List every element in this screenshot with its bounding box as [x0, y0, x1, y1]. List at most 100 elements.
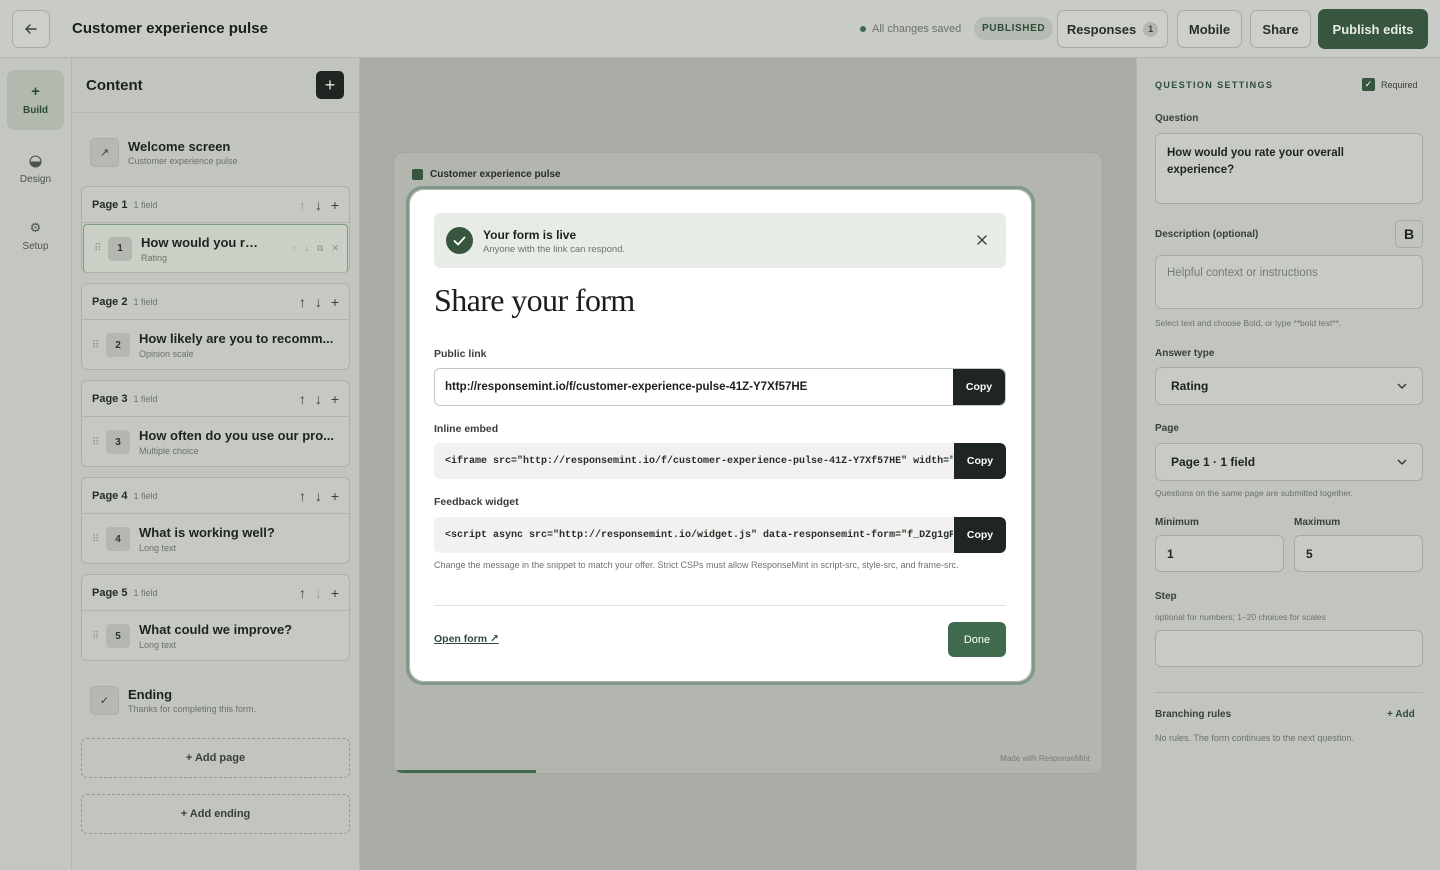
move-up-icon[interactable]: ↑ — [299, 294, 306, 310]
description-textarea[interactable]: Helpful context or instructions — [1155, 255, 1423, 309]
page-header: Page 1 1 field ↑ ↓ + — [82, 187, 349, 223]
move-up-icon[interactable]: ↑ — [292, 243, 297, 254]
published-badge: PUBLISHED — [974, 17, 1054, 40]
copy-public-link-button[interactable]: Copy — [953, 369, 1005, 405]
inline-embed-label: Inline embed — [434, 423, 499, 435]
field-row-1[interactable]: ⠿ 1 How would you ra... Rating ↑ ↓ ⧉ ✕ — [83, 224, 348, 272]
move-down-icon[interactable]: ↓ — [315, 294, 322, 310]
field-row-5[interactable]: ⠿ 5 What could we improve? Long text — [82, 611, 349, 660]
move-up-icon[interactable]: ↑ — [299, 585, 306, 601]
step-hint: optional for numbers; 1–20 choices for s… — [1155, 612, 1327, 622]
field-title: How would you ra... — [141, 234, 263, 250]
open-form-link[interactable]: Open form ↗ — [434, 633, 499, 645]
close-icon[interactable] — [973, 231, 991, 249]
move-up-icon[interactable]: ↑ — [299, 197, 306, 213]
required-toggle[interactable]: ✓ Required — [1362, 78, 1418, 91]
checkbox-checked-icon[interactable]: ✓ — [1362, 78, 1375, 91]
page-header: Page 5 1 field ↑ ↓ + — [82, 575, 349, 611]
move-down-icon[interactable]: ↓ — [315, 197, 322, 213]
rail-item-setup[interactable]: ⚙ Setup — [7, 206, 64, 266]
share-modal: Your form is live Anyone with the link c… — [410, 190, 1031, 681]
mobile-preview-button[interactable]: Mobile — [1177, 10, 1242, 48]
field-row-2[interactable]: ⠿ 2 How likely are you to recomm... Opin… — [82, 320, 349, 369]
minimum-input[interactable]: 1 — [1155, 535, 1284, 572]
answer-type-value: Rating — [1171, 379, 1209, 393]
content-panel: Content + ↗ Welcome screen Customer expe… — [72, 58, 360, 870]
rail-item-label: Design — [19, 174, 52, 185]
save-status: All changes saved — [860, 23, 961, 35]
add-field-icon[interactable]: + — [331, 488, 339, 504]
back-button[interactable] — [12, 10, 50, 48]
page-actions: ↑ ↓ + — [299, 585, 339, 601]
answer-type-select[interactable]: Rating — [1155, 367, 1423, 405]
public-link-field[interactable]: http://responsemint.io/f/customer-experi… — [434, 368, 1006, 406]
field-number: 5 — [106, 624, 130, 648]
add-ending-button[interactable]: + Add ending — [81, 794, 350, 834]
step-input[interactable] — [1155, 630, 1423, 667]
add-field-icon[interactable]: + — [331, 585, 339, 601]
settings-divider — [1155, 692, 1423, 693]
page-name: Page 5 — [92, 586, 128, 599]
field-row-4[interactable]: ⠿ 4 What is working well? Long text — [82, 514, 349, 563]
question-textarea[interactable]: How would you rate your overall experien… — [1155, 133, 1423, 204]
description-hint: Select text and choose Bold, or type **b… — [1155, 318, 1342, 328]
page-actions: ↑ ↓ + — [299, 391, 339, 407]
drag-handle-icon[interactable]: ⠿ — [92, 437, 106, 448]
bold-button[interactable]: B — [1395, 220, 1423, 248]
delete-icon[interactable]: ✕ — [331, 243, 339, 254]
field-row-3[interactable]: ⠿ 3 How often do you use our pro... Mult… — [82, 417, 349, 466]
embed-note: Change the message in the snippet to mat… — [434, 560, 959, 570]
feedback-widget-field[interactable]: <script async src="http://responsemint.i… — [434, 517, 1006, 553]
modal-divider — [434, 605, 1006, 606]
preview-progress-bar — [394, 770, 536, 773]
move-down-icon[interactable]: ↓ — [315, 585, 322, 601]
public-link-value: http://responsemint.io/f/customer-experi… — [445, 381, 808, 393]
left-rail: + Build Design ⚙ Setup — [0, 58, 72, 870]
publish-edits-button[interactable]: Publish edits — [1318, 9, 1428, 49]
maximum-input[interactable]: 5 — [1294, 535, 1423, 572]
field-number: 1 — [108, 236, 132, 261]
ending-screen-subtitle: Thanks for completing this form. — [128, 703, 257, 714]
add-field-icon[interactable]: + — [331, 294, 339, 310]
page-block-1: Page 1 1 field ↑ ↓ + ⠿ 1 How would you r… — [81, 186, 350, 273]
page-select[interactable]: Page 1 · 1 field — [1155, 443, 1423, 481]
form-live-banner: Your form is live Anyone with the link c… — [434, 213, 1006, 268]
inline-embed-field[interactable]: <iframe src="http://responsemint.io/f/cu… — [434, 443, 1006, 479]
drag-handle-icon[interactable]: ⠿ — [92, 534, 106, 545]
page-header: Page 2 1 field ↑ ↓ + — [82, 284, 349, 320]
move-up-icon[interactable]: ↑ — [299, 488, 306, 504]
move-down-icon[interactable]: ↓ — [305, 243, 310, 254]
page-field-count: 1 field — [133, 587, 158, 598]
copy-feedback-widget-button[interactable]: Copy — [954, 517, 1006, 553]
drag-handle-icon[interactable]: ⠿ — [94, 243, 108, 254]
welcome-screen-item[interactable]: ↗ Welcome screen Customer experience pul… — [90, 134, 350, 170]
add-field-icon[interactable]: + — [331, 391, 339, 407]
rail-item-build[interactable]: + Build — [7, 70, 64, 130]
maximum-label: Maximum — [1294, 517, 1341, 528]
duplicate-icon[interactable]: ⧉ — [317, 243, 323, 254]
page-actions: ↑ ↓ + — [299, 488, 339, 504]
responses-button[interactable]: Responses 1 — [1057, 10, 1168, 48]
responses-count-badge: 1 — [1143, 21, 1159, 37]
copy-inline-embed-button[interactable]: Copy — [954, 443, 1006, 479]
add-field-icon[interactable]: + — [331, 197, 339, 213]
move-down-icon[interactable]: ↓ — [315, 391, 322, 407]
add-content-button[interactable]: + — [316, 71, 344, 99]
add-rule-button[interactable]: + Add — [1387, 709, 1415, 720]
content-header: Content + — [72, 58, 359, 113]
done-button[interactable]: Done — [948, 622, 1006, 657]
content-title: Content — [86, 77, 143, 94]
share-button[interactable]: Share — [1250, 10, 1311, 48]
drag-handle-icon[interactable]: ⠿ — [92, 340, 106, 351]
description-label: Description (optional) — [1155, 229, 1259, 240]
drag-handle-icon[interactable]: ⠿ — [92, 631, 106, 642]
move-up-icon[interactable]: ↑ — [299, 391, 306, 407]
page-field-count: 1 field — [133, 490, 158, 501]
rail-item-design[interactable]: Design — [7, 140, 64, 200]
page-field-count: 1 field — [133, 199, 158, 210]
chevron-down-icon — [1397, 383, 1407, 389]
add-page-button[interactable]: + Add page — [81, 738, 350, 778]
move-down-icon[interactable]: ↓ — [315, 488, 322, 504]
field-type: Opinion scale — [139, 349, 194, 359]
ending-screen-item[interactable]: ✓ Ending Thanks for completing this form… — [90, 682, 350, 718]
